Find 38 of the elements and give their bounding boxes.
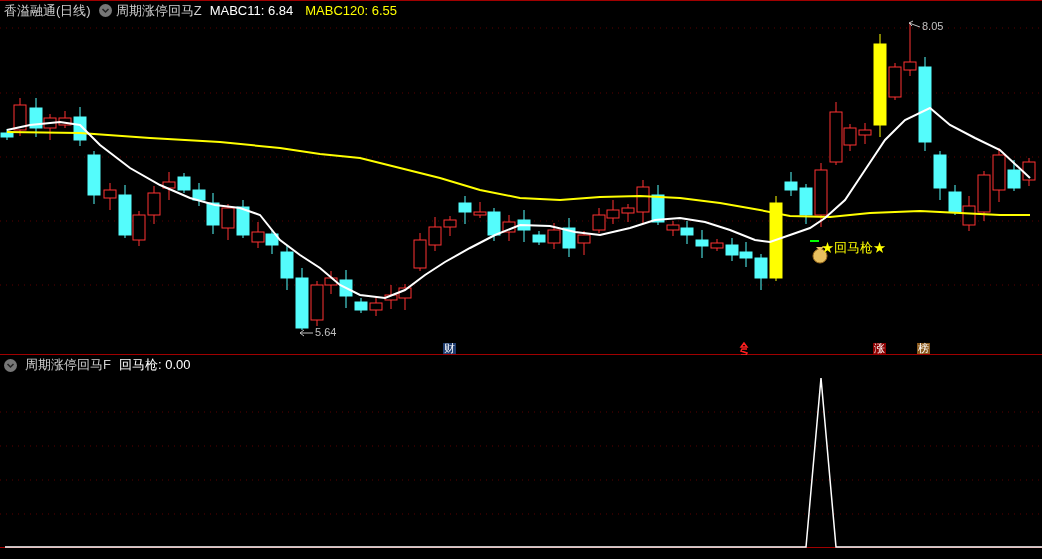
candlestick xyxy=(221,203,235,241)
candlestick xyxy=(384,284,398,310)
signal-label: ★回马枪★ xyxy=(821,241,886,254)
indicator-value: 回马枪: 0.00 xyxy=(118,356,191,375)
chevron-down-icon[interactable] xyxy=(98,4,112,17)
chevron-down-icon[interactable] xyxy=(4,358,17,372)
price-label: 5.64 xyxy=(315,327,337,338)
indicator-name: 周期涨停回马Z xyxy=(115,1,202,20)
candlestick xyxy=(1022,157,1036,187)
candlestick xyxy=(236,199,250,239)
candlestick xyxy=(606,199,620,225)
stock-name: 香溢融通 xyxy=(4,1,56,20)
candlestick xyxy=(398,283,412,311)
candlestick xyxy=(295,267,309,331)
chart-period: (日线) xyxy=(56,1,91,20)
indicator-name: 周期涨停回马F xyxy=(25,356,111,375)
leader-line xyxy=(908,20,921,28)
signal-line xyxy=(809,240,820,242)
candlestick xyxy=(739,241,753,268)
event-marker: 榜 xyxy=(917,343,930,354)
candlestick xyxy=(502,214,516,242)
leader-line xyxy=(299,329,314,337)
candlestick xyxy=(87,150,101,205)
candlestick xyxy=(592,207,606,234)
price-label: 8.05 xyxy=(922,21,944,32)
candlestick xyxy=(962,195,976,232)
candlestick xyxy=(147,185,161,225)
dollar-marker-icon xyxy=(739,342,749,355)
candlestick xyxy=(162,171,176,201)
indicator-value: MABC11: 6.84 xyxy=(209,1,294,20)
event-marker: 财 xyxy=(443,343,456,354)
event-marker: 涨 xyxy=(873,343,886,354)
indicator-value: MABC120: 6.55 xyxy=(305,1,397,20)
candlestick xyxy=(977,170,991,222)
candlestick xyxy=(369,295,383,317)
candlestick xyxy=(413,232,427,272)
candlestick xyxy=(251,221,265,249)
candlestick xyxy=(177,172,191,194)
